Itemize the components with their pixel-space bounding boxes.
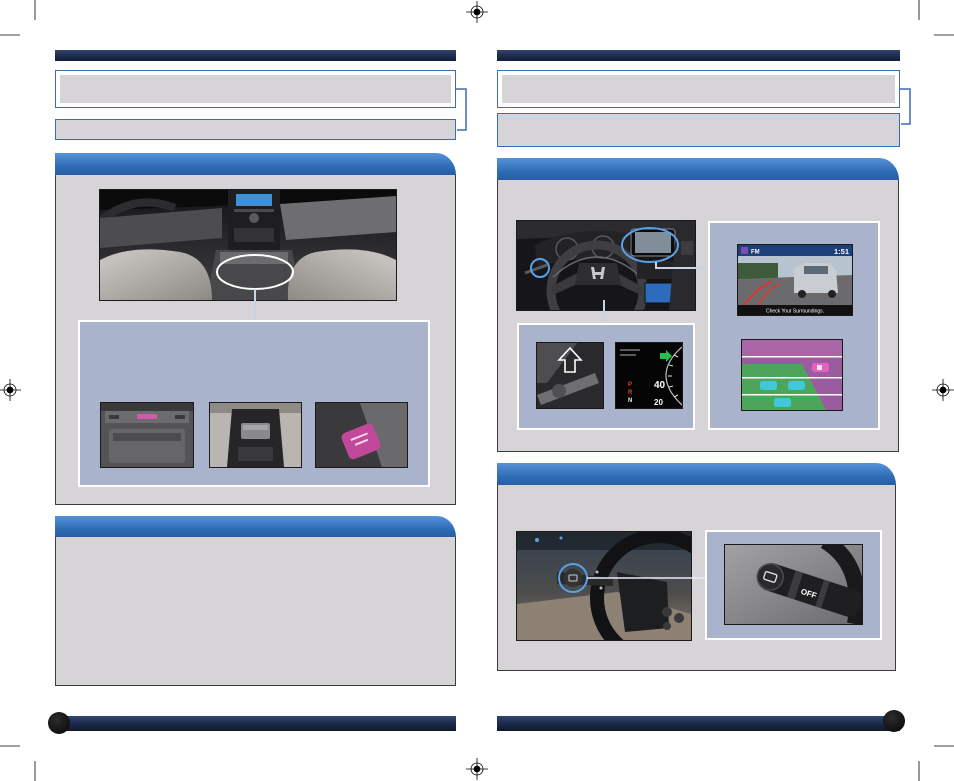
instrument-light-1 bbox=[535, 538, 539, 542]
left-title-bracket bbox=[456, 88, 467, 131]
left-header-bar bbox=[55, 50, 456, 61]
gear-reverse-label: R bbox=[628, 390, 633, 396]
tray-slot-left bbox=[109, 415, 119, 419]
lane-line-1 bbox=[742, 356, 842, 358]
adjacent-vehicle-2-icon bbox=[788, 381, 805, 390]
wheel-control-button-3 bbox=[663, 622, 671, 630]
center-screen bbox=[236, 194, 272, 206]
right-header-bar bbox=[497, 50, 900, 61]
steering-column-image bbox=[517, 532, 691, 640]
gear-neutral-label: N bbox=[628, 398, 632, 404]
stalk-marking-2 bbox=[599, 586, 603, 590]
right-title-box bbox=[497, 70, 900, 108]
wheel-control-button-1 bbox=[662, 607, 672, 617]
meter-info-line-2 bbox=[620, 354, 636, 356]
stalk-knob bbox=[552, 384, 566, 398]
adjacent-vehicle-1-icon bbox=[760, 381, 777, 390]
cabin-interior-image bbox=[100, 190, 396, 300]
left-section-2-tab bbox=[55, 516, 456, 537]
tray-pink-button bbox=[137, 414, 157, 419]
right-footer-bar bbox=[497, 716, 900, 731]
camera-coverage-diagram bbox=[742, 340, 842, 410]
lane-line-3 bbox=[742, 394, 842, 396]
right-title-bracket bbox=[900, 88, 911, 125]
center-knob bbox=[249, 213, 259, 223]
source-icon bbox=[741, 247, 748, 254]
audio-band-label: FM bbox=[751, 250, 760, 256]
console-lid bbox=[220, 252, 288, 264]
side-vent bbox=[681, 241, 693, 255]
under-console-floor bbox=[238, 447, 273, 461]
lane-line-2 bbox=[742, 377, 842, 379]
turn-signal-stalk-image bbox=[537, 343, 603, 408]
tray-pocket-shadow bbox=[113, 433, 181, 441]
gear-park-label: P bbox=[628, 382, 632, 388]
under-console-photo bbox=[210, 403, 301, 467]
right-page-number-badge bbox=[883, 710, 905, 732]
adjacent-vehicle-3-icon bbox=[774, 398, 791, 407]
right-section-1-tab bbox=[497, 158, 899, 180]
lanewatch-camera-display-photo: FM 1:51 Check Your Surroundings. bbox=[738, 245, 852, 315]
manual-two-page-spread: 40 20 P R N FM 1:51 Check Your Surroundi… bbox=[0, 0, 954, 781]
left-section-2-panel bbox=[55, 537, 456, 686]
registration-mark-top bbox=[466, 1, 488, 23]
tray-slot-right bbox=[175, 415, 185, 419]
console-lock-button-image bbox=[316, 403, 407, 467]
right-seat bbox=[287, 249, 396, 300]
left-section-1-tab bbox=[55, 153, 456, 175]
shift-display-image: 40 20 P R N bbox=[616, 343, 682, 408]
left-subtitle-box bbox=[55, 119, 456, 140]
left-title-box bbox=[55, 70, 456, 108]
tray-top-band bbox=[101, 403, 193, 411]
right-subtitle-box bbox=[497, 113, 900, 147]
camera-caption: Check Your Surroundings. bbox=[766, 309, 824, 315]
left-title-placeholder bbox=[60, 75, 451, 103]
cabin-interior-photo bbox=[100, 190, 396, 300]
console-tray-image bbox=[101, 403, 193, 467]
speed-label-upper: 40 bbox=[654, 380, 666, 391]
clock-label: 1:51 bbox=[834, 247, 849, 256]
under-console-tray-highlight bbox=[243, 425, 268, 430]
console-lock-button-photo bbox=[316, 403, 407, 467]
coverage-diagram-image bbox=[742, 340, 842, 410]
steering-column-photo bbox=[517, 532, 691, 640]
meter-info-line-1 bbox=[620, 349, 640, 351]
suv-windshield bbox=[804, 266, 828, 274]
right-title-placeholder bbox=[502, 75, 895, 103]
speed-label-lower: 20 bbox=[654, 398, 663, 407]
suv-wheel-rear bbox=[828, 290, 836, 298]
dashboard-photo bbox=[517, 221, 695, 310]
diagram-top-lane bbox=[742, 340, 842, 356]
dashboard-image bbox=[517, 221, 695, 310]
navigation-screen bbox=[644, 282, 674, 304]
registration-mark-bottom bbox=[466, 758, 488, 780]
registration-mark-left bbox=[0, 379, 21, 401]
center-buttons bbox=[234, 209, 274, 212]
shift-display-photo: 40 20 P R N bbox=[616, 343, 682, 408]
center-controls bbox=[234, 228, 274, 242]
console-tray-photo bbox=[101, 403, 193, 467]
left-page-number-badge bbox=[48, 712, 70, 734]
right-section-2-tab bbox=[497, 463, 896, 485]
instrument-light-2 bbox=[559, 536, 563, 540]
upper-display-image bbox=[635, 232, 671, 253]
registration-mark-right bbox=[932, 379, 954, 401]
stalk-marking-1 bbox=[595, 570, 599, 574]
stalk-closeup-photo: OFF bbox=[725, 545, 862, 624]
turn-signal-stalk-photo bbox=[537, 343, 603, 408]
left-footer-bar bbox=[55, 716, 456, 731]
lanewatch-button bbox=[564, 569, 582, 587]
under-console-image bbox=[210, 403, 301, 467]
stalk-closeup-image: OFF bbox=[725, 545, 862, 624]
meter-background bbox=[616, 343, 682, 408]
own-vehicle-window bbox=[817, 365, 822, 370]
wheel-control-button-2 bbox=[674, 613, 684, 623]
steering-wheel-hub bbox=[617, 572, 669, 632]
camera-display-image: FM 1:51 Check Your Surroundings. bbox=[738, 245, 852, 315]
suv-wheel-front bbox=[798, 290, 806, 298]
